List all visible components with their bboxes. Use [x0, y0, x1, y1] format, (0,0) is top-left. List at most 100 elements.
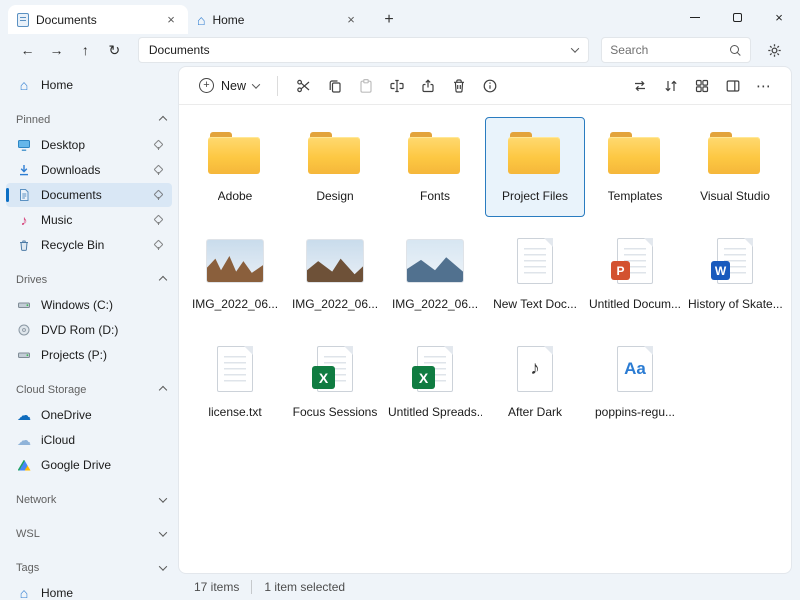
sidebar-section-drives[interactable]: Drives — [6, 269, 166, 291]
sidebar-section-pinned[interactable]: Pinned — [6, 109, 166, 131]
download-icon — [16, 162, 32, 178]
minimize-button[interactable] — [674, 0, 716, 34]
view-button[interactable] — [686, 71, 717, 101]
chevron-up-icon[interactable] — [159, 386, 167, 394]
tab-close-icon[interactable]: × — [163, 12, 179, 27]
gear-icon — [767, 43, 782, 58]
sidebar-item-documents[interactable]: Documents — [6, 183, 172, 207]
file-tile-project-files[interactable]: Project Files — [485, 117, 585, 217]
copy-button[interactable] — [319, 71, 350, 101]
close-button[interactable]: × — [758, 0, 800, 34]
file-tile-untitled-spreadsheet[interactable]: X Untitled Spreads... — [385, 333, 485, 433]
sidebar-item-dvd-d[interactable]: DVD Rom (D:) — [6, 318, 172, 342]
pin-icon — [153, 165, 164, 176]
swap-arrows-icon — [632, 78, 648, 94]
search-icon[interactable] — [729, 44, 742, 57]
tab-close-icon[interactable]: × — [343, 12, 359, 27]
file-tile-adobe[interactable]: Adobe — [185, 117, 285, 217]
tab-home[interactable]: ⌂ Home × — [188, 5, 368, 34]
sidebar-item-onedrive[interactable]: ☁ OneDrive — [6, 403, 172, 427]
address-bar[interactable]: Documents — [138, 37, 589, 63]
search-input[interactable] — [610, 43, 729, 57]
new-button[interactable]: + New — [191, 74, 267, 97]
chevron-up-icon[interactable] — [159, 116, 167, 124]
maximize-button[interactable] — [716, 0, 758, 34]
sidebar-item-recycle-bin[interactable]: Recycle Bin — [6, 233, 172, 257]
file-tile-new-text-doc[interactable]: New Text Doc... — [485, 225, 585, 325]
file-tile-focus-sessions[interactable]: X Focus Sessions — [285, 333, 385, 433]
maximize-icon — [733, 13, 742, 22]
word-badge: W — [711, 261, 730, 280]
pin-icon — [153, 240, 164, 251]
file-tile-img1[interactable]: IMG_2022_06... — [185, 225, 285, 325]
forward-button[interactable]: → — [43, 37, 70, 63]
chevron-down-icon[interactable] — [159, 562, 167, 570]
sidebar-item-windows-c[interactable]: Windows (C:) — [6, 293, 172, 317]
cut-button[interactable] — [288, 71, 319, 101]
sidebar-section-wsl[interactable]: WSL — [6, 523, 166, 545]
delete-button[interactable] — [443, 71, 474, 101]
tab-label: Documents — [36, 13, 156, 27]
file-tile-poppins-regular[interactable]: Aa poppins-regu... — [585, 333, 685, 433]
chevron-down-icon[interactable] — [159, 494, 167, 502]
file-name: Project Files — [502, 189, 568, 203]
toolbar-divider — [277, 76, 278, 96]
file-name: Fonts — [420, 189, 450, 203]
tab-documents[interactable]: Documents × — [8, 5, 188, 34]
chevron-down-icon[interactable] — [159, 528, 167, 536]
sidebar-item-home[interactable]: ⌂ Home — [6, 73, 172, 97]
file-tile-design[interactable]: Design — [285, 117, 385, 217]
address-text: Documents — [149, 43, 572, 57]
sidebar-item-projects-p[interactable]: Projects (P:) — [6, 343, 172, 367]
new-tab-button[interactable]: + — [378, 11, 400, 29]
sidebar-item-home-bottom[interactable]: ⌂ Home — [6, 581, 172, 600]
properties-button[interactable] — [474, 71, 505, 101]
chevron-down-icon[interactable] — [571, 44, 579, 52]
sidebar-section-tags[interactable]: Tags — [6, 557, 166, 579]
file-tile-visual-studio[interactable]: Visual Studio — [685, 117, 785, 217]
see-more-button[interactable]: ⋯ — [748, 71, 779, 101]
sidebar-item-music[interactable]: ♪ Music — [6, 208, 172, 232]
sidebar-section-cloud-storage[interactable]: Cloud Storage — [6, 379, 166, 401]
sidebar-item-google-drive[interactable]: Google Drive — [6, 453, 172, 477]
file-name: Adobe — [218, 189, 253, 203]
close-icon: × — [775, 10, 783, 25]
sidebar-section-network[interactable]: Network — [6, 489, 166, 511]
file-tile-fonts[interactable]: Fonts — [385, 117, 485, 217]
file-name: poppins-regu... — [595, 405, 675, 419]
sort-icon — [663, 78, 679, 94]
sidebar-item-icloud[interactable]: ☁ iCloud — [6, 428, 172, 452]
sort-button[interactable] — [655, 71, 686, 101]
refresh-button[interactable]: ↻ — [101, 37, 128, 63]
photo-thumbnail — [206, 239, 264, 283]
up-button[interactable]: ↑ — [72, 37, 99, 63]
back-button[interactable]: ← — [14, 37, 41, 63]
text-file-icon — [217, 346, 253, 392]
file-tile-license-txt[interactable]: license.txt — [185, 333, 285, 433]
file-tile-untitled-document[interactable]: P Untitled Docum... — [585, 225, 685, 325]
details-pane-button[interactable] — [717, 71, 748, 101]
rename-button[interactable] — [381, 71, 412, 101]
file-tile-history-of-skate[interactable]: W History of Skate... — [685, 225, 785, 325]
sidebar-item-downloads[interactable]: Downloads — [6, 158, 172, 182]
file-name: Untitled Docum... — [589, 297, 681, 311]
sidebar: ⌂ Home Pinned Desktop Downloads Docume — [0, 66, 178, 600]
sidebar-item-desktop[interactable]: Desktop — [6, 133, 172, 157]
photo-thumbnail — [406, 239, 464, 283]
chevron-up-icon[interactable] — [159, 276, 167, 284]
search-box[interactable] — [601, 37, 751, 63]
item-count: 17 items — [194, 580, 239, 594]
minimize-icon — [690, 17, 700, 18]
file-tile-img3[interactable]: IMG_2022_06... — [385, 225, 485, 325]
file-tile-after-dark[interactable]: ♪ After Dark — [485, 333, 585, 433]
settings-button[interactable] — [761, 37, 788, 63]
folder-icon — [508, 132, 562, 174]
share-button[interactable] — [412, 71, 443, 101]
file-tile-templates[interactable]: Templates — [585, 117, 685, 217]
paste-button[interactable] — [350, 71, 381, 101]
scissors-icon — [296, 78, 312, 94]
file-tile-img2[interactable]: IMG_2022_06... — [285, 225, 385, 325]
excel-icon: X — [417, 346, 453, 392]
folder-icon — [608, 132, 662, 174]
sync-button[interactable] — [624, 71, 655, 101]
